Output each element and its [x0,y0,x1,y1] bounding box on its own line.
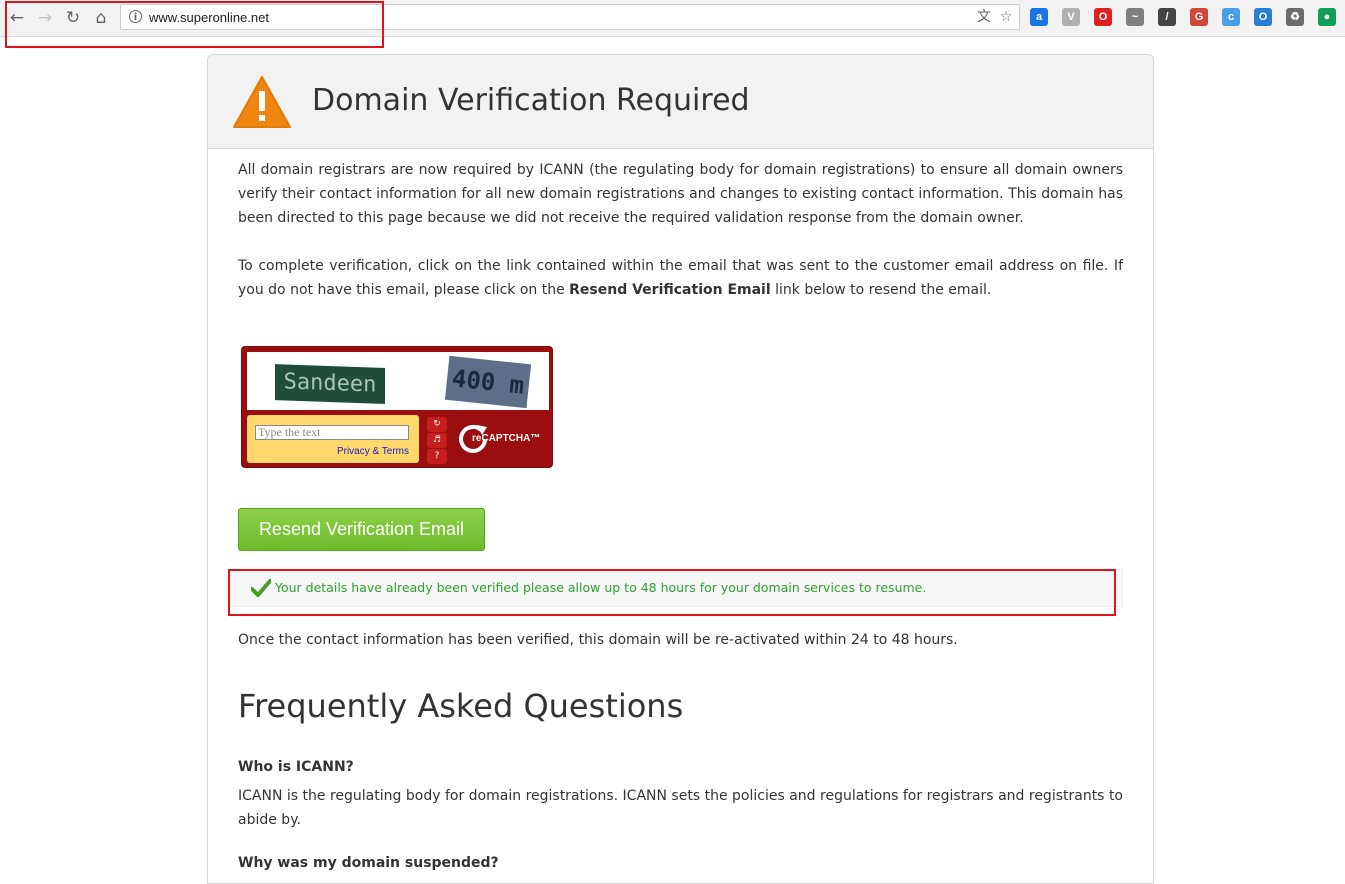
intro-paragraph: All domain registrars are now required b… [238,162,1123,226]
faq-answer: ICANN is the regulating body for domain … [238,788,1123,828]
info-icon[interactable]: i [129,10,142,23]
refresh-icon[interactable]: ↻ [427,417,447,432]
page-title: Domain Verification Required [312,83,750,118]
panel-header: Domain Verification Required [208,55,1153,149]
captcha-word-2: 400 m [444,355,532,409]
notice-text: Your details have already been verified … [275,580,927,595]
audio-icon[interactable]: ♬ [427,433,447,448]
bookmark-star-icon[interactable]: ☆ [997,8,1015,26]
instructions-text-2: link below to resend the email. [770,282,992,298]
eyedropper-icon[interactable]: / [1158,8,1176,26]
translate-icon[interactable]: 文 [975,8,993,26]
forward-icon[interactable]: → [33,6,57,30]
help-icon[interactable]: ? [427,449,447,464]
hangouts-icon[interactable]: ● [1318,8,1336,26]
shield-icon[interactable]: V [1062,8,1080,26]
outlook-icon[interactable]: O [1254,8,1272,26]
reload-icon[interactable]: ↻ [61,6,85,30]
url-text[interactable]: www.superonline.net [149,10,269,25]
home-icon[interactable]: ⌂ [89,6,113,30]
recaptcha-widget: Sandeen 400 m Privacy & Terms ↻ ♬ ? reCA… [241,346,553,468]
privacy-terms-link[interactable]: Privacy & Terms [337,446,409,457]
instructions-paragraph: To complete verification, click on the l… [238,254,1123,302]
captcha-image: Sandeen 400 m [247,352,549,410]
faq-question: Who is ICANN? [238,759,354,775]
faq-title: Frequently Asked Questions [238,687,684,725]
instructions-bold: Resend Verification Email [569,282,771,298]
captcha-input[interactable] [255,425,409,440]
checkmark-icon [251,579,271,597]
verification-panel: Domain Verification Required All domain … [207,54,1154,884]
cloud-icon[interactable]: c [1222,8,1240,26]
a-icon[interactable]: a [1030,8,1048,26]
warning-icon [233,76,291,128]
recaptcha-brand: reCAPTCHA™ [472,433,541,444]
captcha-input-area: Privacy & Terms [247,415,419,463]
chart-icon[interactable]: ~ [1126,8,1144,26]
resend-verification-button[interactable]: Resend Verification Email [238,508,485,551]
address-bar[interactable]: i www.superonline.net 文 ☆ [120,4,1020,30]
verified-notice: Your details have already been verified … [230,569,1123,607]
browser-toolbar: ← → ↻ ⌂ i www.superonline.net 文 ☆ a V O ~ / G… [0,0,1345,37]
gmail-icon[interactable]: G [1190,8,1208,26]
opera-icon[interactable]: O [1094,8,1112,26]
captcha-word-1: Sandeen [275,364,385,404]
recycle-icon[interactable]: ♻ [1286,8,1304,26]
reactivation-paragraph: Once the contact information has been ve… [238,632,958,648]
back-icon[interactable]: ← [5,6,29,30]
